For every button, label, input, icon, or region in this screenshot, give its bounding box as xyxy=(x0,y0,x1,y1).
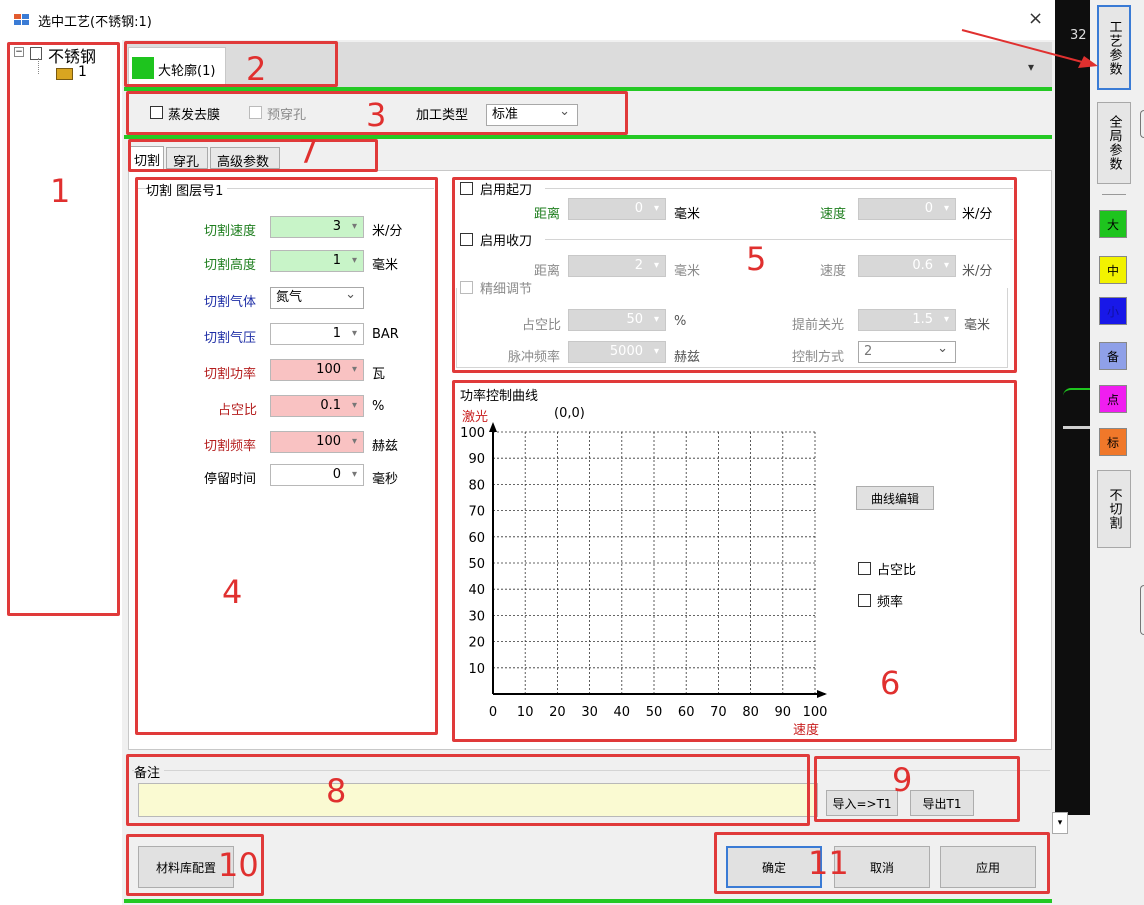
callout-number: 1 xyxy=(50,172,71,210)
callout-box xyxy=(124,41,338,87)
color-mark-button[interactable]: 标 xyxy=(1099,428,1127,456)
callout-box xyxy=(814,756,1020,822)
canvas-dropdown[interactable]: ▾ xyxy=(1052,812,1068,834)
toolbar-divider xyxy=(1102,194,1126,195)
callout-number: 4 xyxy=(222,573,243,611)
color-big-button[interactable]: 大 xyxy=(1099,210,1127,238)
callout-number: 9 xyxy=(892,761,913,799)
app-icon xyxy=(14,12,30,26)
callout-number: 6 xyxy=(880,664,901,702)
callout-number: 10 xyxy=(218,846,259,884)
callout-box xyxy=(7,42,120,616)
bottom-green-line xyxy=(124,899,1052,903)
callout-box xyxy=(452,177,1017,373)
global-param-button[interactable]: 全局参数 xyxy=(1097,102,1131,184)
callout-box xyxy=(135,177,438,735)
callout-number: 2 xyxy=(246,50,267,88)
callout-number: 7 xyxy=(298,133,319,171)
process-param-button[interactable]: 工艺参数 xyxy=(1097,5,1131,90)
edge-handle xyxy=(1140,110,1144,138)
nocut-button[interactable]: 不切割 xyxy=(1097,470,1131,548)
callout-box xyxy=(714,832,1050,894)
color-point-button[interactable]: 点 xyxy=(1099,385,1127,413)
callout-number: 8 xyxy=(326,772,347,810)
callout-number: 5 xyxy=(746,240,767,278)
edge-handle xyxy=(1140,585,1144,635)
canvas-green-curve xyxy=(1063,388,1090,396)
color-mid-button[interactable]: 中 xyxy=(1099,256,1127,284)
color-small-button[interactable]: 小 xyxy=(1099,297,1127,325)
callout-number: 3 xyxy=(366,96,387,134)
callout-arrow xyxy=(961,29,1098,68)
canvas-white-line xyxy=(1063,426,1090,429)
callout-box xyxy=(126,754,810,826)
close-button[interactable]: × xyxy=(1028,8,1043,29)
canvas-strip xyxy=(1055,0,1090,815)
callout-box xyxy=(452,380,1017,742)
callout-number: 11 xyxy=(808,844,849,882)
color-spare-button[interactable]: 备 xyxy=(1099,342,1127,370)
window-title: 选中工艺(不锈钢:1) xyxy=(38,15,152,30)
title-bar xyxy=(0,0,1085,40)
callout-box xyxy=(128,139,378,172)
